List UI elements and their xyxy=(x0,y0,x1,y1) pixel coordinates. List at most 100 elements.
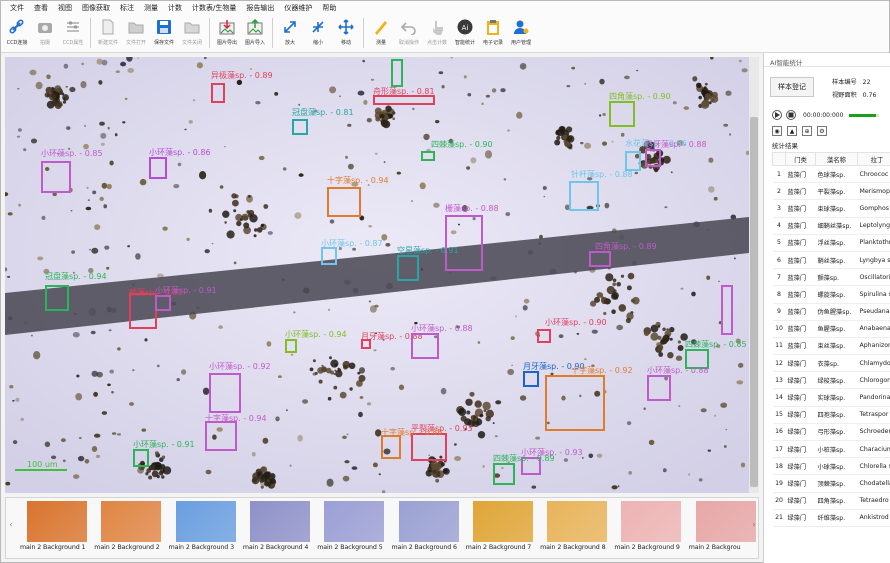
menu-item[interactable]: 视图 xyxy=(53,1,77,15)
stop-icon[interactable] xyxy=(786,110,796,120)
detection-box[interactable] xyxy=(589,251,611,267)
table-row[interactable]: 8 蓝藻门 螺旋藻sp. Spirulina s xyxy=(772,285,890,304)
settings-icon[interactable]: ⚙ xyxy=(817,126,827,136)
detection-box[interactable] xyxy=(133,449,149,467)
ruler-button[interactable]: 测量 xyxy=(367,15,395,51)
table-row[interactable]: 2 蓝藻门 平裂藻sp. Merismop xyxy=(772,182,890,201)
menu-item[interactable]: 帮助 xyxy=(317,1,341,15)
detection-box[interactable] xyxy=(609,101,635,127)
click-count-button[interactable]: 点击计数 xyxy=(423,15,451,51)
link-button[interactable]: CCD连接 xyxy=(3,15,31,51)
detection-box[interactable] xyxy=(397,255,419,281)
table-row[interactable]: 13 绿藻门 绿梭藻sp. Chlorogon xyxy=(772,371,890,390)
menu-item[interactable]: 计数 xyxy=(163,1,187,15)
menu-item[interactable]: 查看 xyxy=(29,1,53,15)
detection-box[interactable] xyxy=(285,339,297,353)
detection-box[interactable] xyxy=(211,83,225,103)
detection-box[interactable] xyxy=(129,293,157,329)
table-row[interactable]: 20 绿藻门 四角藻sp. Tetraedro xyxy=(772,492,890,510)
scroll-right-arrow-icon[interactable]: › xyxy=(750,518,758,532)
detection-box[interactable] xyxy=(205,421,237,451)
detection-box[interactable] xyxy=(537,329,551,343)
menu-item[interactable]: 测量 xyxy=(139,1,163,15)
thumbnail-item[interactable]: main 2 Background 9 xyxy=(614,501,687,553)
folder-close-button[interactable]: 文件关闭 xyxy=(178,15,206,51)
zoom-out-button[interactable]: 缩小 xyxy=(304,15,332,51)
thumbnail-item[interactable]: main 2 Background 8 xyxy=(540,501,613,553)
target-icon[interactable]: ◉ xyxy=(772,126,782,136)
table-row[interactable]: 3 蓝藻门 束球藻sp. Gomphos xyxy=(772,199,890,218)
table-row[interactable]: 11 蓝藻门 束丝藻sp. Aphanizon xyxy=(772,337,890,356)
detection-box[interactable] xyxy=(645,149,661,167)
detection-box[interactable] xyxy=(292,119,308,135)
menu-item[interactable]: 标注 xyxy=(115,1,139,15)
table-row[interactable]: 9 蓝藻门 伪鱼腥藻sp. Pseudanal xyxy=(772,303,890,321)
thumbnail-item[interactable]: main 2 Background 3 xyxy=(169,501,242,553)
image-export-button[interactable]: 图片导出 xyxy=(213,15,241,51)
table-row[interactable]: 1 蓝藻门 色球藻sp. Chroococ xyxy=(772,165,890,184)
play-icon[interactable] xyxy=(772,110,782,120)
table-row[interactable]: 15 绿藻门 四孢藻sp. Tetraspor xyxy=(772,406,890,424)
table-row[interactable]: 5 蓝藻门 浮丝藻sp. Planktothr xyxy=(772,234,890,252)
sample-register-button[interactable]: 样本登记 xyxy=(770,77,814,97)
thumbnail-item[interactable]: main 2 Background 6 xyxy=(392,501,465,553)
camera-button[interactable]: 拍摄 xyxy=(31,15,59,51)
detection-box[interactable] xyxy=(41,161,71,193)
detection-box[interactable] xyxy=(545,375,605,431)
scroll-left-arrow-icon[interactable]: ‹ xyxy=(7,518,15,532)
table-row[interactable]: 17 绿藻门 小桩藻sp. Characium xyxy=(772,440,890,459)
detection-box[interactable] xyxy=(155,295,171,311)
table-row[interactable]: 16 绿藻门 弓形藻sp. Schroeder xyxy=(772,423,890,442)
move-button[interactable]: 移动 xyxy=(332,15,360,51)
brush-icon[interactable]: ▲ xyxy=(787,126,797,136)
thumbnail-item[interactable]: main 2 Background 5 xyxy=(317,501,390,553)
column-header[interactable]: 门类 xyxy=(785,152,816,166)
detection-box[interactable] xyxy=(625,151,641,171)
image-import-button[interactable]: 图片导入 xyxy=(241,15,269,51)
table-row[interactable]: 14 绿藻门 实球藻sp. Pandorina xyxy=(772,388,890,407)
menu-item[interactable]: 文件 xyxy=(5,1,29,15)
table-row[interactable]: 6 蓝藻门 鞘丝藻sp. Lyngbya s xyxy=(772,251,890,270)
menu-item[interactable]: 图像获取 xyxy=(77,1,115,15)
thumbnail-item[interactable]: main 2 Background 2 xyxy=(94,501,167,553)
detection-box[interactable] xyxy=(493,463,515,485)
detection-box[interactable] xyxy=(327,187,361,217)
table-row[interactable]: 10 蓝藻门 鱼腥藻sp. Anabaena xyxy=(772,320,890,338)
detection-box[interactable] xyxy=(647,375,671,401)
detection-box[interactable] xyxy=(721,285,733,335)
menu-item[interactable]: 仪器维护 xyxy=(279,1,317,15)
save-button[interactable]: 保存文件 xyxy=(150,15,178,51)
new-file-button[interactable]: 新建文件 xyxy=(94,15,122,51)
menu-item[interactable]: 报告输出 xyxy=(241,1,279,15)
menu-item[interactable]: 计数表/生物量 xyxy=(187,1,241,15)
microscope-image-viewer[interactable]: 异极藻sp. - 0.89 舟形藻sp. - 0.81 冠盘藻sp. - 0.81 四… xyxy=(5,57,749,493)
detection-box[interactable] xyxy=(209,373,241,413)
folder-open-button[interactable]: 文件打开 xyxy=(122,15,150,51)
sliders-button[interactable]: CCD属性 xyxy=(59,15,87,51)
detection-box[interactable] xyxy=(411,333,439,359)
user-manage-button[interactable]: 用户管理 xyxy=(507,15,535,51)
table-row[interactable]: 21 绿藻门 纤维藻sp. Ankistrod xyxy=(772,509,890,527)
table-row[interactable]: 7 蓝藻门 颤藻sp. Oscillatori xyxy=(772,268,890,287)
table-row[interactable]: 18 绿藻门 小球藻sp. Chlorella s xyxy=(772,457,890,476)
thumbnail-item[interactable]: main 2 Background 4 xyxy=(243,501,316,553)
scrollbar-thumb[interactable] xyxy=(750,117,758,487)
table-row[interactable]: 19 绿藻门 顶棘藻sp. Chodatella xyxy=(772,474,890,493)
undo-button[interactable]: 取消操作 xyxy=(395,15,423,51)
column-header[interactable]: 藻名称 xyxy=(815,152,858,166)
detection-box[interactable] xyxy=(381,435,401,459)
table-row[interactable]: 4 蓝藻门 细鞘丝藻sp. Leptolyng xyxy=(772,217,890,235)
column-header[interactable]: 拉丁 xyxy=(857,152,890,166)
ai-button[interactable]: Ai 智能统计 xyxy=(451,15,479,51)
detection-box[interactable] xyxy=(421,151,435,161)
thumbnail-item[interactable]: main 2 Background 1 xyxy=(20,501,93,553)
detection-box[interactable] xyxy=(569,181,599,211)
thumbnail-item[interactable]: main 2 Background 7 xyxy=(466,501,539,553)
viewer-vertical-scrollbar[interactable] xyxy=(749,57,759,493)
clipboard-button[interactable]: 电子记录 xyxy=(479,15,507,51)
add-icon[interactable]: ⊕ xyxy=(802,126,812,136)
column-header[interactable] xyxy=(772,152,786,166)
zoom-in-button[interactable]: 放大 xyxy=(276,15,304,51)
detection-box[interactable] xyxy=(523,371,539,387)
detection-box[interactable] xyxy=(445,215,483,271)
